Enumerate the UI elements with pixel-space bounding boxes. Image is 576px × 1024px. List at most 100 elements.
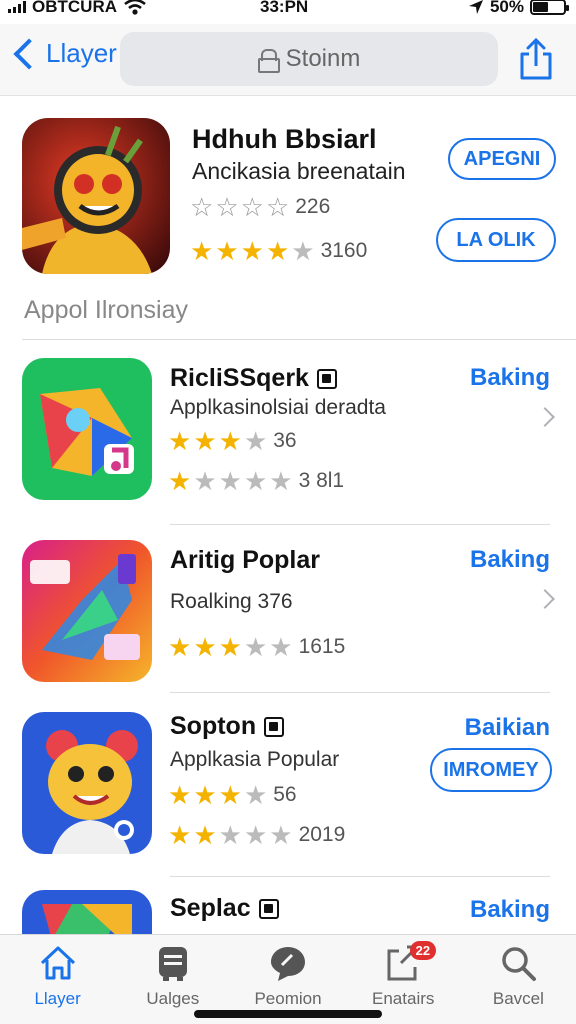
carrier-name: OBTCURA (32, 0, 117, 16)
star-filled-icon: ★ (193, 780, 217, 810)
rating-count: 3160 (320, 239, 368, 262)
app-icon[interactable] (22, 890, 152, 934)
rating-count: 2019 (298, 823, 346, 846)
featured-app-subtitle: Ancikasia breenatain (192, 158, 406, 184)
star-filled-icon: ★ (218, 780, 242, 810)
get-button[interactable]: Baikian (465, 714, 550, 742)
star-empty-icon: ☆ (190, 192, 214, 222)
chevron-right-icon[interactable] (535, 407, 555, 427)
tab-search[interactable]: Bavcel (461, 935, 576, 1024)
lock-icon (257, 49, 280, 73)
star-filled-icon: ★ (168, 780, 192, 810)
rating-row: ★ ★ ★ ★ ★ 1615 (168, 634, 345, 660)
list-item[interactable]: RicliSSqerk Applkasinolsiai deradta ★ ★ ★ ★… (0, 358, 576, 518)
star-filled-icon: ★ (215, 236, 239, 266)
star-rating: ☆ ☆ ☆ ☆ (190, 194, 289, 220)
app-icon[interactable] (22, 358, 152, 500)
signal-icon (8, 1, 26, 13)
featured-app-title: Hdhuh Bbsiarl (192, 124, 377, 154)
editor-choice-icon (316, 368, 337, 389)
tab-label: Peomion (254, 989, 322, 1008)
star-filled-icon: ★ (218, 632, 242, 662)
notification-badge: 22 (409, 941, 437, 960)
star-filled-icon: ★ (168, 426, 192, 456)
home-indicator (194, 1010, 382, 1018)
divider (170, 524, 550, 525)
status-right: 50% (468, 0, 569, 17)
install-button[interactable]: IMROMEY (430, 748, 552, 792)
star-filled-icon: ★ (193, 632, 217, 662)
star-rating: ★ ★ ★ ★ ★ (168, 468, 293, 494)
rating-row: ★ ★ ★ ★ ★ 2019 (168, 822, 345, 848)
star-empty-icon: ★ (243, 466, 268, 496)
tab-label: Llayer (34, 989, 81, 1008)
featured-rating-row-1: ☆ ☆ ☆ ☆ 226 (190, 194, 330, 220)
location-icon (468, 0, 483, 14)
tab-home[interactable]: Llayer (0, 935, 115, 1024)
featured-open-button[interactable]: LA OLIK (436, 218, 556, 262)
star-rating: ★ ★ ★ ★ (168, 428, 267, 454)
search-text: Stoinm (285, 45, 361, 72)
chat-icon (271, 947, 305, 981)
rating-count: 1615 (298, 635, 346, 658)
featured-rating-row-2: ★ ★ ★ ★ ★ 3160 (190, 238, 367, 264)
star-empty-icon: ★ (291, 236, 315, 266)
star-filled-icon: ★ (240, 236, 264, 266)
rating-row: ★ ★ ★ ★ 56 (168, 782, 297, 808)
app-icon[interactable] (22, 712, 152, 854)
tab-label: Bavcel (492, 989, 544, 1008)
battery-icon (530, 0, 569, 15)
rating-row: ★ ★ ★ ★ 36 (168, 428, 297, 454)
featured-app[interactable]: Hdhuh Bbsiarl Ancikasia breenatain ☆ ☆ ☆ ☆ … (0, 96, 576, 286)
section-title: Appol Ilronsiay (24, 296, 188, 324)
rating-count: 3 8l1 (298, 469, 345, 492)
app-name: Seplac (170, 894, 251, 922)
search-field[interactable]: Stoinm (120, 32, 498, 86)
status-bar: OBTCURA 33:PN 50% (0, 0, 576, 20)
app-name-row: Aritig Poplar (170, 546, 320, 575)
star-filled-icon: ★ (193, 426, 217, 456)
back-button[interactable]: Llayer (10, 37, 117, 70)
share-icon[interactable] (518, 38, 554, 80)
carrier-group: OBTCURA (8, 0, 147, 17)
star-empty-icon: ☆ (240, 192, 264, 222)
featured-get-button[interactable]: APEGNI (448, 138, 556, 180)
list-item[interactable]: Seplac Baking (0, 890, 576, 934)
star-filled-icon: ★ (218, 426, 242, 456)
rating-count: 56 (273, 783, 297, 806)
divider (170, 876, 550, 877)
app-subtitle: Applkasinolsiai deradta (170, 396, 386, 419)
star-empty-icon: ★ (269, 632, 293, 662)
get-button[interactable]: Baking (470, 896, 550, 924)
editor-choice-icon (258, 898, 279, 919)
star-empty-icon: ★ (269, 466, 293, 496)
star-empty-icon: ★ (243, 780, 268, 810)
divider (170, 692, 550, 693)
rating-count: 226 (295, 195, 331, 218)
app-name: Sopton (170, 712, 257, 740)
app-subtitle: Roalking 376 (170, 590, 293, 613)
list-item[interactable]: Aritig Poplar Roalking 376 ★ ★ ★ ★ ★ 1615 Ba… (0, 540, 576, 688)
star-rating: ★ ★ ★ ★ ★ (190, 238, 315, 264)
star-empty-icon: ★ (193, 466, 217, 496)
star-empty-icon: ☆ (265, 192, 290, 222)
featured-app-icon[interactable] (22, 118, 170, 274)
star-filled-icon: ★ (193, 820, 217, 850)
star-rating: ★ ★ ★ ★ ★ (168, 822, 293, 848)
app-name-row: RicliSSqerk (170, 364, 337, 393)
games-icon (158, 947, 187, 981)
star-filled-icon: ★ (168, 820, 192, 850)
get-button[interactable]: Baking (470, 546, 550, 574)
list-item[interactable]: Sopton Applkasia Popular ★ ★ ★ ★ 56 ★ ★ ★ ★ ★ 2… (0, 712, 576, 858)
get-button[interactable]: Baking (470, 364, 550, 392)
app-icon[interactable] (22, 540, 152, 682)
chevron-right-icon[interactable] (535, 589, 555, 609)
star-filled-icon: ★ (265, 236, 290, 266)
wifi-icon (124, 0, 146, 15)
app-subtitle: Applkasia Popular (170, 748, 340, 771)
divider (22, 339, 576, 340)
star-filled-icon: ★ (168, 632, 192, 662)
star-empty-icon: ★ (243, 426, 268, 456)
search-icon (502, 947, 537, 981)
star-rating: ★ ★ ★ ★ (168, 782, 267, 808)
